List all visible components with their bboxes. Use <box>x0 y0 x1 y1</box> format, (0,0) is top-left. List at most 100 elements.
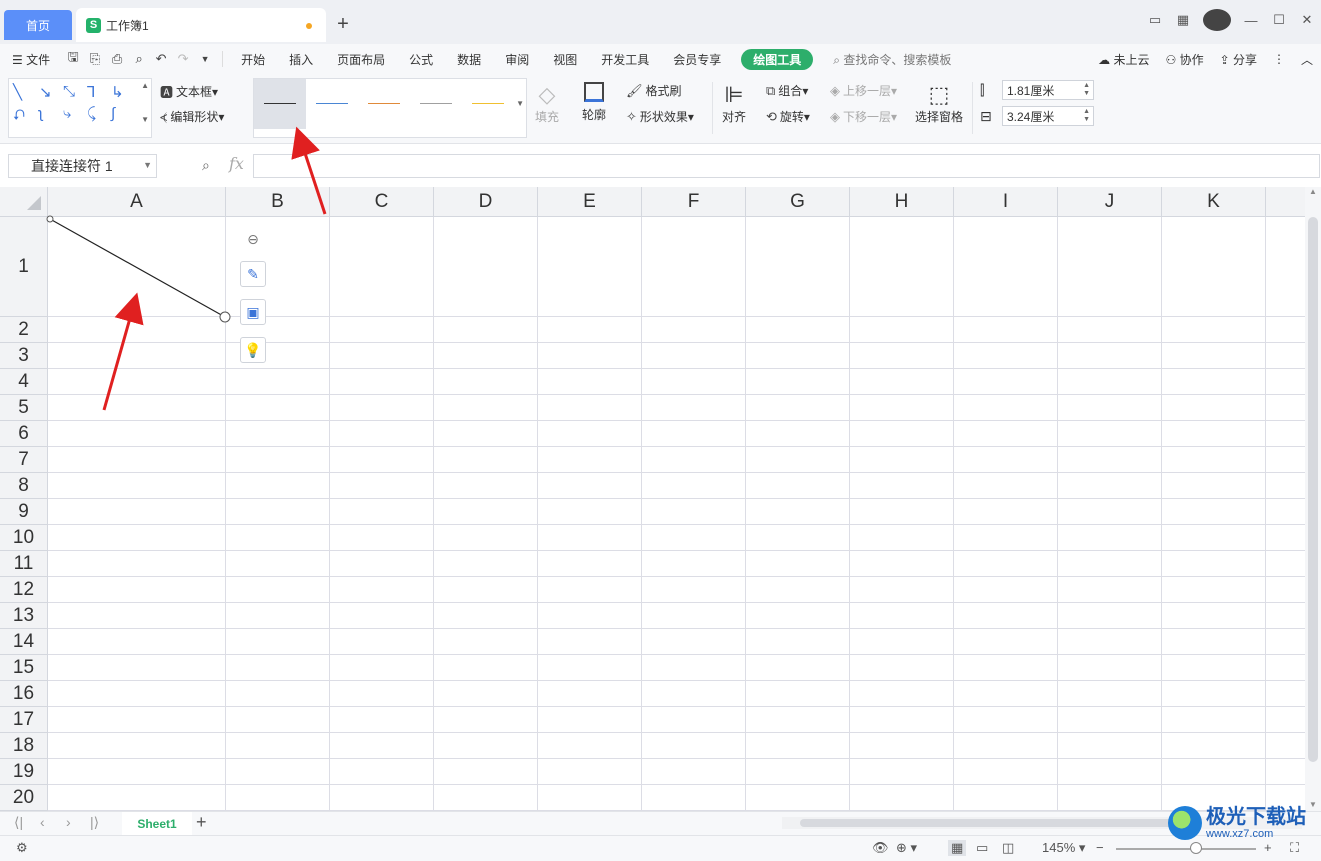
row-header[interactable]: 9 <box>0 499 48 525</box>
elbow-double-arrow-icon[interactable]: ⮏ <box>13 105 25 130</box>
shape-height-input[interactable]: 1.81厘米 ▲ ▼ <box>1002 80 1094 100</box>
zoom-slider-knob[interactable] <box>1190 842 1202 854</box>
tab-formula[interactable]: 公式 <box>397 51 445 68</box>
next-sheet-icon[interactable]: › <box>66 814 71 830</box>
name-box[interactable]: 直接连接符 1 ▼ <box>8 154 157 178</box>
horizontal-scroll-thumb[interactable] <box>800 819 1180 827</box>
row-header[interactable]: 14 <box>0 629 48 655</box>
vertical-scrollbar[interactable]: ▲ ▼ <box>1305 187 1321 811</box>
print-icon[interactable]: ⎙ <box>106 51 128 67</box>
preview-icon[interactable]: ⌕ <box>128 51 150 67</box>
tab-developer[interactable]: 开发工具 <box>589 51 661 68</box>
bring-forward-button[interactable]: ◈ 上移一层 ▾ <box>830 82 897 99</box>
close-icon[interactable]: ✕ <box>1293 9 1321 31</box>
curved-arrow-icon[interactable]: ⤷ <box>63 105 71 122</box>
align-button[interactable]: ⊫ 对齐 <box>722 82 746 125</box>
gallery-scroll-up-icon[interactable]: ▲ <box>141 81 149 90</box>
line-shape-icon[interactable]: ╲ <box>13 83 22 101</box>
share-button[interactable]: ⇪ 分享 <box>1212 51 1265 68</box>
zoom-lens-icon[interactable]: ⌕ <box>202 157 210 174</box>
row-header[interactable]: 13 <box>0 603 48 629</box>
column-header[interactable]: D <box>434 187 538 217</box>
edit-shape-button[interactable]: ⦓ 编辑形状 ▾ <box>160 108 224 125</box>
eye-protection-icon[interactable]: 👁 <box>872 840 889 856</box>
save-icon[interactable]: 🖫 <box>62 48 84 70</box>
row-header[interactable]: 11 <box>0 551 48 577</box>
vertical-scroll-thumb[interactable] <box>1308 217 1318 762</box>
group-button[interactable]: ⧉ 组合 ▾ <box>766 82 808 99</box>
row-header[interactable]: 10 <box>0 525 48 551</box>
sheet-tab-sheet1[interactable]: Sheet1 <box>122 812 192 835</box>
fx-icon[interactable]: fx <box>229 154 244 173</box>
scroll-up-icon[interactable]: ▲ <box>1309 187 1317 196</box>
column-header[interactable]: G <box>746 187 850 217</box>
row-header[interactable]: 3 <box>0 343 48 369</box>
outline-frame-icon[interactable]: ▣ <box>240 299 266 325</box>
zoom-slider[interactable] <box>1116 848 1256 850</box>
stepper-icon[interactable]: ▲ ▼ <box>1083 82 1090 98</box>
tab-draw-tools[interactable]: 绘图工具 <box>741 48 814 70</box>
row-header[interactable]: 8 <box>0 473 48 499</box>
zoom-level[interactable]: 145% ▾ <box>1042 840 1085 856</box>
row-header[interactable]: 4 <box>0 369 48 395</box>
send-backward-button[interactable]: ◈ 下移一层 ▾ <box>830 108 897 125</box>
maximize-icon[interactable]: ☐ <box>1265 9 1293 31</box>
undo-icon[interactable]: ↶ <box>150 51 172 67</box>
column-header[interactable]: A <box>48 187 226 217</box>
column-header[interactable]: B <box>226 187 330 217</box>
double-arrow-shape-icon[interactable]: ⤡ <box>63 83 75 100</box>
row-header[interactable]: 7 <box>0 447 48 473</box>
more-icon[interactable]: ⋮ <box>1265 52 1293 66</box>
row-header[interactable]: 6 <box>0 421 48 447</box>
row-header[interactable]: 1 <box>0 217 48 317</box>
add-sheet-button[interactable]: + <box>196 812 207 833</box>
page-break-view-icon[interactable]: ◫ <box>1002 840 1014 856</box>
text-box-button[interactable]: 🅰 文本框 ▾ <box>160 82 218 101</box>
chevron-down-icon[interactable]: ▼ <box>194 54 216 64</box>
shape-width-input[interactable]: 3.24厘米 ▲ ▼ <box>1002 106 1094 126</box>
select-all-corner[interactable] <box>0 187 48 217</box>
row-header[interactable]: 18 <box>0 733 48 759</box>
avatar[interactable] <box>1203 9 1231 31</box>
curved-double-arrow-icon[interactable]: ⤹ <box>87 105 96 122</box>
page-layout-view-icon[interactable]: ▭ <box>976 840 988 856</box>
column-header[interactable]: J <box>1058 187 1162 217</box>
style-pen-icon[interactable]: ✎ <box>240 261 266 287</box>
first-sheet-icon[interactable]: ⟨| <box>14 814 23 831</box>
style-gallery-expand-icon[interactable]: ▼ <box>516 99 524 108</box>
column-header[interactable]: F <box>642 187 746 217</box>
row-header[interactable]: 20 <box>0 785 48 811</box>
elbow-arrow-icon[interactable]: ↳ <box>111 83 124 101</box>
row-header[interactable]: 16 <box>0 681 48 707</box>
arrow-shape-icon[interactable]: ↘ <box>39 83 52 101</box>
row-header[interactable]: 17 <box>0 707 48 733</box>
apps-grid-icon[interactable]: ▦ <box>1169 9 1197 31</box>
curve-icon[interactable]: ∫ <box>111 105 115 122</box>
minimize-icon[interactable]: — <box>1237 9 1265 31</box>
tab-start[interactable]: 开始 <box>229 51 277 68</box>
chevron-down-icon[interactable]: ▼ <box>143 160 152 170</box>
last-sheet-icon[interactable]: |⟩ <box>90 814 99 831</box>
line-style-swatch[interactable] <box>306 79 358 129</box>
row-header[interactable]: 12 <box>0 577 48 603</box>
formula-input[interactable] <box>253 154 1320 178</box>
tab-data[interactable]: 数据 <box>445 51 493 68</box>
collab-button[interactable]: ⚇ 协作 <box>1157 51 1211 68</box>
prev-sheet-icon[interactable]: ‹ <box>40 814 45 830</box>
tab-page-layout[interactable]: 页面布局 <box>325 51 397 68</box>
cloud-button[interactable]: ☁ 未上云 <box>1090 51 1157 68</box>
format-painter-button[interactable]: 🖌 格式刷 <box>626 82 682 99</box>
export-icon[interactable]: ⎘ <box>84 51 106 67</box>
line-style-swatch[interactable] <box>410 79 462 129</box>
scroll-down-icon[interactable]: ▼ <box>1309 800 1317 809</box>
document-tab[interactable]: S 工作簿1 <box>76 8 326 42</box>
shape-effect-button[interactable]: ✧ 形状效果 ▾ <box>626 108 694 125</box>
new-tab-button[interactable]: + <box>333 12 353 36</box>
tab-view[interactable]: 视图 <box>541 51 589 68</box>
zoom-out-icon[interactable]: − <box>1096 840 1104 855</box>
outline-button[interactable]: 轮廓 <box>582 82 606 123</box>
command-search[interactable]: ⌕ 查找命令、搜索模板 <box>821 51 963 68</box>
column-header[interactable]: I <box>954 187 1058 217</box>
layout-icon[interactable]: ▭ <box>1141 9 1169 31</box>
tab-member[interactable]: 会员专享 <box>661 51 733 68</box>
